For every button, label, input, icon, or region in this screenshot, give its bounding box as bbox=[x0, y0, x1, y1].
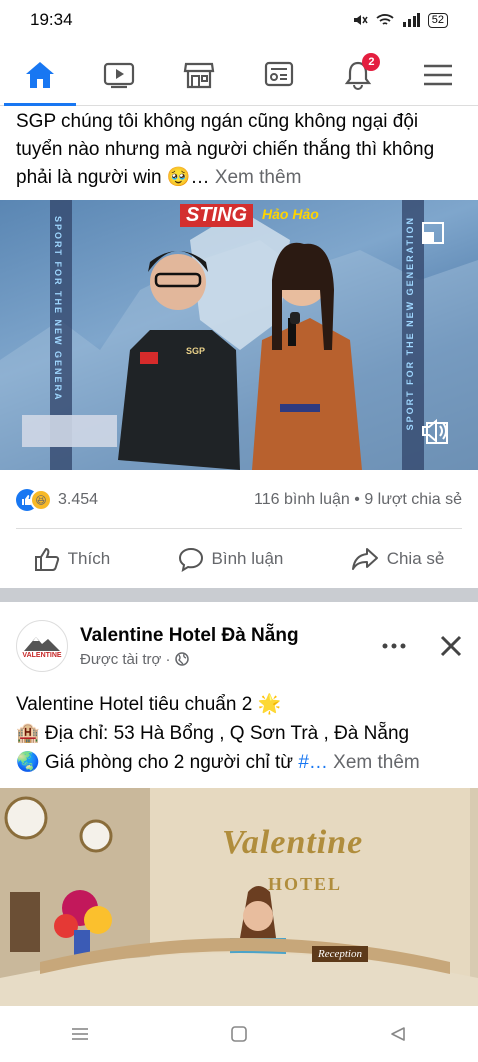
nav-menu[interactable] bbox=[408, 45, 468, 105]
share-button[interactable]: Chia sẻ bbox=[351, 546, 445, 572]
battery-indicator: 52 bbox=[427, 12, 448, 28]
ad-caption: Valentine Hotel tiêu chuẩn 2 🌟 🏨 Địa chỉ… bbox=[16, 690, 466, 777]
status-bar: 19:34 52 bbox=[0, 0, 478, 40]
comments-count[interactable]: 116 bình luận bbox=[254, 491, 350, 508]
see-more-link[interactable]: Xem thêm bbox=[215, 167, 302, 188]
reactions-summary[interactable]: 😆 3.454 bbox=[16, 489, 98, 511]
watch-icon bbox=[104, 62, 135, 88]
home-system-button[interactable] bbox=[219, 1014, 259, 1054]
recent-apps-button[interactable] bbox=[60, 1014, 100, 1054]
like-label: Thích bbox=[67, 549, 111, 568]
menu-icon bbox=[424, 64, 453, 85]
more-options-icon[interactable] bbox=[382, 643, 406, 649]
post-caption: SGP chúng tôi không ngán cũng không ngại… bbox=[16, 108, 464, 192]
side-banner-right: SPORT FOR THE NEW GENERATION bbox=[405, 216, 415, 431]
volume-button[interactable] bbox=[420, 418, 450, 444]
speaker-icon bbox=[422, 418, 447, 444]
ad-header-text: Valentine Hotel Đà Nẵng Được tài trợ · bbox=[80, 625, 299, 668]
ad-header: VALENTINE Valentine Hotel Đà Nẵng Được t… bbox=[16, 618, 462, 674]
sponsor-sting: STING bbox=[180, 204, 254, 227]
pip-icon bbox=[422, 222, 444, 244]
pip-button[interactable] bbox=[422, 222, 444, 244]
clock: 19:34 bbox=[30, 10, 73, 29]
dot-separator: • bbox=[354, 491, 365, 508]
reception-sign: Reception bbox=[312, 946, 368, 962]
top-nav: 2 bbox=[0, 44, 478, 106]
hotel-sign-main: Valentine bbox=[222, 824, 364, 861]
square-home-icon bbox=[231, 1026, 247, 1042]
notification-badge: 2 bbox=[362, 52, 381, 71]
ad-controls bbox=[382, 635, 462, 657]
logo-text: VALENTINE bbox=[22, 651, 62, 659]
nav-home[interactable] bbox=[3, 45, 76, 106]
comment-button[interactable]: Bình luận bbox=[178, 546, 284, 572]
like-button[interactable]: Thích bbox=[34, 546, 111, 572]
hotel-sign-sub: HOTEL bbox=[268, 874, 343, 894]
ad-line-3-text: 🌏 Giá phòng cho 2 người chỉ từ bbox=[16, 752, 299, 773]
nav-notifications[interactable]: 2 bbox=[328, 45, 388, 105]
ad-photo[interactable]: Valentine HOTEL Reception bbox=[0, 788, 478, 1006]
mountain-logo-icon bbox=[24, 636, 60, 651]
shares-count[interactable]: 9 lượt chia sẻ bbox=[364, 491, 462, 508]
news-icon bbox=[264, 61, 293, 86]
system-nav-bar bbox=[0, 1006, 478, 1062]
nav-marketplace[interactable] bbox=[169, 45, 229, 105]
sponsor-haohao: Hảo Hảo bbox=[262, 206, 319, 222]
reactions-count: 3.454 bbox=[58, 491, 99, 508]
page-name[interactable]: Valentine Hotel Đà Nẵng bbox=[80, 625, 299, 647]
feed-separator bbox=[0, 588, 478, 602]
sponsored-line: Được tài trợ · bbox=[80, 651, 299, 668]
post-video[interactable]: STING Hảo Hảo SPORT FOR THE NEW GENERA S… bbox=[0, 200, 478, 470]
sponsored-label: Được tài trợ · bbox=[80, 650, 171, 668]
comment-label: Bình luận bbox=[211, 549, 284, 568]
hashtag-link[interactable]: #… bbox=[298, 752, 328, 773]
back-triangle-icon bbox=[391, 1027, 406, 1041]
page-avatar[interactable]: VALENTINE bbox=[16, 620, 68, 672]
engagement-counts: 116 bình luận • 9 lượt chia sẻ bbox=[254, 491, 462, 509]
ad-see-more-link[interactable]: Xem thêm bbox=[333, 752, 420, 773]
post-stats: 😆 3.454 116 bình luận • 9 lượt chia sẻ bbox=[16, 486, 462, 514]
globe-icon bbox=[174, 652, 189, 666]
nav-news[interactable] bbox=[249, 45, 309, 105]
signal-icon bbox=[402, 13, 420, 27]
wifi-icon bbox=[376, 14, 394, 25]
share-label: Chia sẻ bbox=[386, 549, 445, 568]
home-icon bbox=[25, 61, 54, 88]
stats-divider bbox=[16, 528, 462, 529]
status-icons: 52 bbox=[352, 12, 448, 28]
side-banner-left: SPORT FOR THE NEW GENERA bbox=[53, 216, 63, 402]
post-actions: Thích Bình luận Chia sẻ bbox=[0, 530, 478, 588]
recents-icon bbox=[71, 1028, 88, 1040]
jersey-label: SGP bbox=[186, 346, 206, 356]
back-system-button[interactable] bbox=[378, 1014, 418, 1054]
comment-icon bbox=[178, 547, 203, 572]
hotel-lobby-image bbox=[0, 788, 478, 1006]
share-icon bbox=[351, 548, 378, 570]
ad-line-1: Valentine Hotel tiêu chuẩn 2 🌟 bbox=[16, 694, 282, 715]
close-icon[interactable] bbox=[440, 635, 462, 657]
haha-reaction-icon: 😆 bbox=[30, 489, 52, 511]
thumbs-up-icon bbox=[34, 547, 59, 571]
ad-line-2: 🏨 Địa chỉ: 53 Hà Bổng , Q Sơn Trà , Đà N… bbox=[16, 723, 410, 744]
mute-icon bbox=[353, 15, 368, 25]
ad-line-3: 🌏 Giá phòng cho 2 người chỉ từ #… Xem th… bbox=[16, 748, 466, 777]
marketplace-icon bbox=[183, 62, 215, 88]
nav-watch[interactable] bbox=[89, 45, 149, 105]
